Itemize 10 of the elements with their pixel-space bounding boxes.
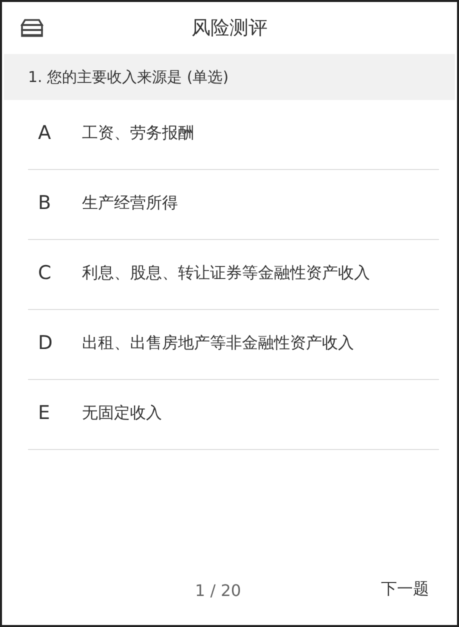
next-question-button[interactable]: 下一题 [379,575,431,603]
progress-counter: 1 / 20 [195,580,242,602]
answer-option[interactable]: C 利息、股息、转让证券等金融性资产收入 [28,240,439,310]
answer-option[interactable]: A 工资、劳务报酬 [28,100,439,170]
answer-option[interactable]: D 出租、出售房地产等非金融性资产收入 [28,310,439,380]
answer-option[interactable]: B 生产经营所得 [28,170,439,240]
question-text: 1. 您的主要收入来源是 (单选) [28,66,229,88]
page-title: 风险测评 [192,16,268,41]
menu-icon[interactable] [20,18,44,40]
answer-option[interactable]: E 无固定收入 [28,380,439,450]
